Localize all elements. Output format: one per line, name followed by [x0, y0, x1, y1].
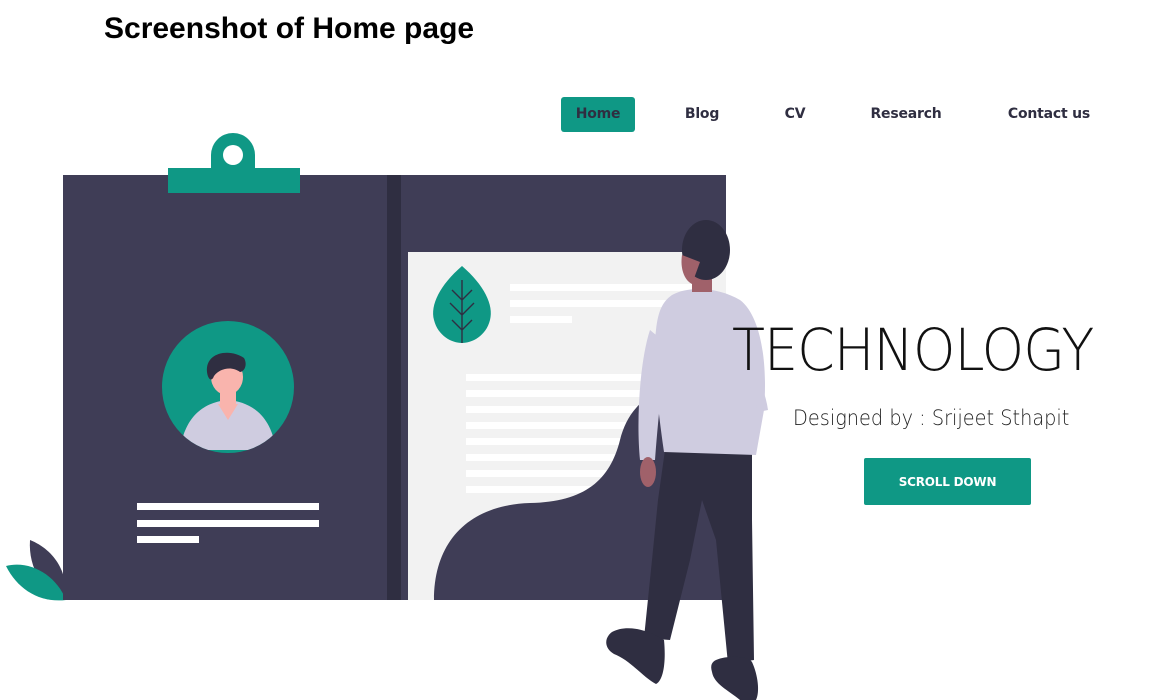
plant-leaves-icon [6, 540, 66, 601]
nav-item-blog[interactable]: Blog [679, 97, 725, 132]
nav-item-cv[interactable]: CV [777, 97, 813, 132]
avatar [162, 321, 294, 453]
nav-item-home[interactable]: Home [561, 97, 635, 132]
hero-subtitle: Designed by : Srijeet Sthapit [793, 406, 1070, 430]
nav-item-research[interactable]: Research [865, 97, 947, 132]
hero-title: TECHNOLOGY [732, 316, 1094, 384]
scroll-down-button[interactable]: SCROLL DOWN [864, 458, 1031, 505]
clipboard-clip-icon [168, 133, 300, 193]
nav-item-contact-us[interactable]: Contact us [999, 97, 1099, 132]
